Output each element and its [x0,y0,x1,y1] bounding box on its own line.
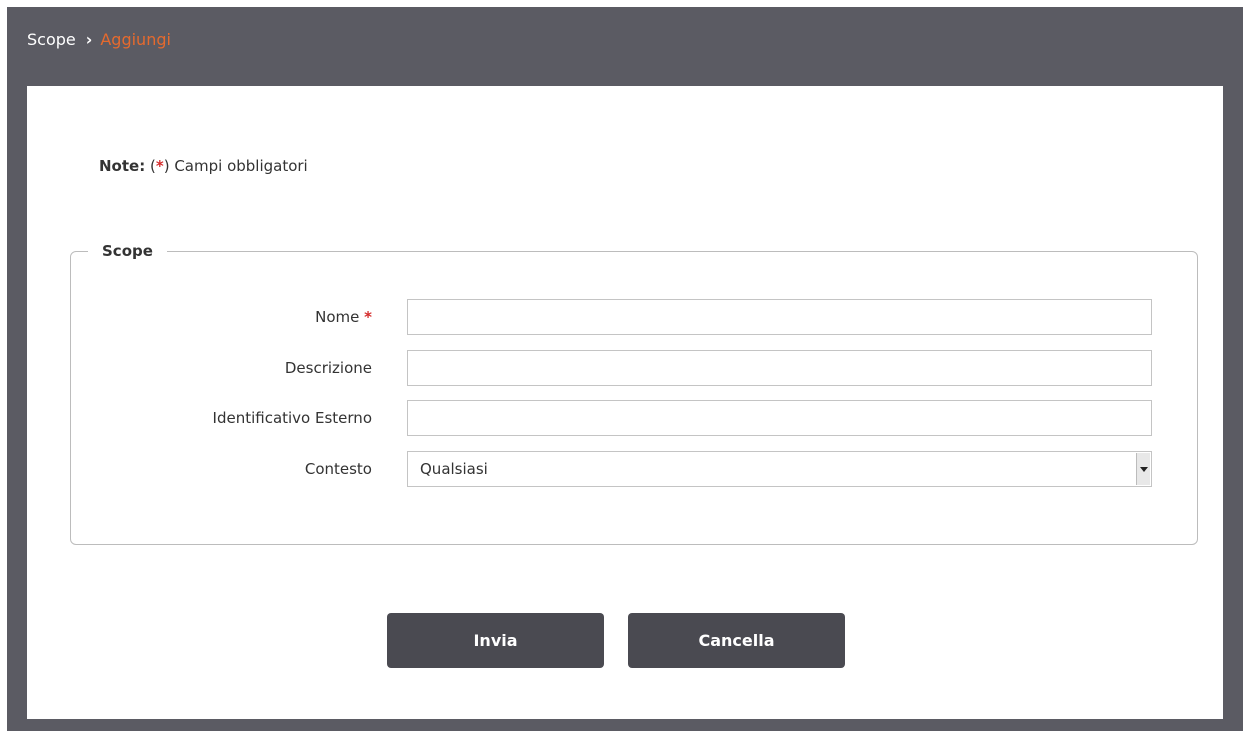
contesto-label: Contesto [304,460,372,478]
app-frame: Scope › Aggiungi Note: (*) Campi obbligato… [7,7,1243,731]
contesto-select[interactable]: Qualsiasi [407,451,1152,487]
required-star-icon: * [364,308,372,326]
submit-button[interactable]: Invia [387,613,604,668]
dropdown-arrow-icon[interactable] [1136,453,1150,485]
breadcrumb-root[interactable]: Scope [27,30,76,49]
scope-fieldset: Scope Nome * Descrizione Identificativo … [70,240,1198,545]
row-nome: Nome * [71,299,1197,335]
identificativo-esterno-input[interactable] [407,400,1152,436]
identificativo-esterno-label: Identificativo Esterno [212,409,372,427]
nome-input[interactable] [407,299,1152,335]
contesto-selected-value: Qualsiasi [420,460,488,478]
descrizione-input[interactable] [407,350,1152,386]
row-descrizione: Descrizione [71,350,1197,386]
form-panel: Note: (*) Campi obbligatori Scope Nome *… [27,86,1223,719]
chevron-right-icon: › [85,30,93,49]
row-identificativo-esterno: Identificativo Esterno [71,400,1197,436]
note-text: Campi obbligatori [169,157,308,175]
breadcrumb: Scope › Aggiungi [27,7,171,73]
fieldset-legend: Scope [88,240,167,262]
required-star-icon: * [155,157,164,175]
note-label: Note: [99,157,146,175]
cancel-button[interactable]: Cancella [628,613,845,668]
row-contesto: Contesto Qualsiasi [71,451,1197,487]
breadcrumb-current: Aggiungi [100,30,171,49]
required-note: Note: (*) Campi obbligatori [99,157,308,175]
descrizione-label: Descrizione [284,359,372,377]
nome-label: Nome * [315,308,372,326]
